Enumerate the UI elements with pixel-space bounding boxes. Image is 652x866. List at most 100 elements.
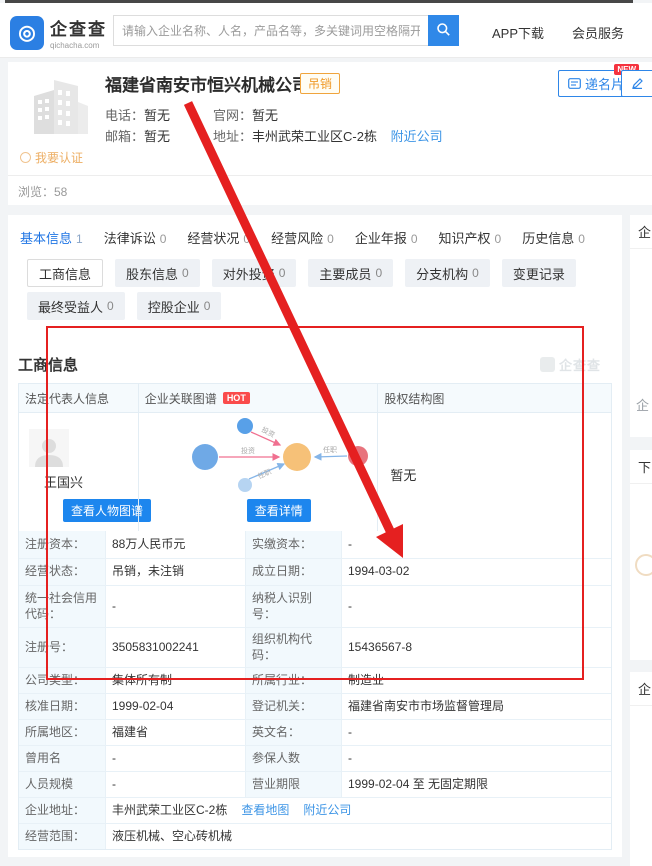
right-sidebar: 企 企 下 企 <box>630 215 652 866</box>
row-label-2: 成立日期： <box>246 559 342 585</box>
relation-graph-cell: 投资 投资 任职 任职 查看详情 <box>138 413 378 532</box>
view-details-button[interactable]: 查看详情 <box>247 499 311 522</box>
row-value-1: 3505831002241 <box>106 628 246 667</box>
address-value: 丰州武荣工业区C-2栋 <box>252 129 377 144</box>
graph-edge-label: 任职 <box>256 467 272 481</box>
col-header-legal-rep: 法定代表人信息 <box>19 384 138 412</box>
subtab-4[interactable]: 分支机构0 <box>405 259 490 287</box>
row-label-1: 统一社会信用代码： <box>19 586 106 627</box>
legal-rep-graph-table: 法定代表人信息 企业关联图谱 HOT 股权结构图 王国兴 查看人物图谱 <box>18 383 612 533</box>
graph-node-company <box>283 443 311 471</box>
graph-node-blue-large <box>192 444 218 470</box>
tab-2[interactable]: 经营状况0 <box>187 228 250 247</box>
table-row: 人员规模-营业期限1999-02-04 至 无固定期限 <box>19 771 611 797</box>
card-icon <box>568 78 581 89</box>
subtab-1[interactable]: 股东信息0 <box>115 259 200 287</box>
nearby-companies-link[interactable]: 附近公司 <box>303 803 351 819</box>
phone-value: 暂无 <box>144 108 170 123</box>
tab-3[interactable]: 经营风险0 <box>271 228 334 247</box>
sidebar-panel-1: 企 企 <box>630 215 652 437</box>
subtab-b-0[interactable]: 最终受益人0 <box>27 292 125 320</box>
row-value-2: 1999-02-04 至 无固定期限 <box>342 772 611 797</box>
sidebar-circle-icon <box>635 554 652 576</box>
row-label-1: 所属地区： <box>19 720 106 745</box>
contact-row-2: 邮箱：暂无 地址：丰州武荣工业区C-2栋 附近公司 <box>105 126 170 145</box>
row-label-2: 登记机关： <box>246 694 342 719</box>
nav-member-service[interactable]: 会员服务 <box>572 23 624 42</box>
relation-graph[interactable]: 投资 投资 任职 任职 <box>139 413 379 498</box>
graph-node-lightblue <box>238 478 252 492</box>
site-name: 企查查 <box>50 15 107 40</box>
table-row-scope: 经营范围：液压机械、空心砖机械 <box>19 823 611 849</box>
search-input[interactable] <box>113 15 428 46</box>
subtab-row-2: 最终受益人0 控股企业0 <box>27 292 221 320</box>
nearby-companies-link[interactable]: 附近公司 <box>391 129 443 144</box>
view-map-link[interactable]: 查看地图 <box>241 803 289 819</box>
row-label-2: 所属行业： <box>246 668 342 693</box>
row-value-2: - <box>342 720 611 745</box>
person-avatar <box>29 429 69 467</box>
search-button[interactable] <box>428 15 459 46</box>
search-bar <box>113 15 459 46</box>
certify-icon <box>20 152 31 163</box>
site-logo[interactable]: ◎ 企查查 qichacha.com <box>10 15 107 50</box>
subtab-5[interactable]: 变更记录 <box>502 259 576 287</box>
edit-correction-button[interactable] <box>621 70 652 97</box>
table-content-row: 王国兴 查看人物图谱 投资 投资 <box>19 412 611 532</box>
address-row-label: 企业地址： <box>19 798 106 823</box>
row-value-1: 吊销，未注销 <box>106 559 246 585</box>
subtab-b-1[interactable]: 控股企业0 <box>137 292 222 320</box>
certify-link[interactable]: 我要认证 <box>20 149 83 166</box>
company-name: 福建省南安市恒兴机械公司 <box>105 71 309 96</box>
table-row: 经营状态：吊销，未注销成立日期：1994-03-02 <box>19 558 611 585</box>
row-value-1: - <box>106 772 246 797</box>
tab-bar: 基本信息1 法律诉讼0 经营状况0 经营风险0 企业年报0 知识产权0 历史信息0 <box>20 228 585 247</box>
sidebar-panel-2: 下 <box>630 450 652 660</box>
row-value-2: 15436567-8 <box>342 628 611 667</box>
scope-row-value: 液压机械、空心砖机械 <box>106 824 611 849</box>
website-value: 暂无 <box>252 108 278 123</box>
row-value-2: - <box>342 746 611 771</box>
row-label-1: 经营状态： <box>19 559 106 585</box>
subtab-row-1: 工商信息股东信息0 对外投资0 主要成员0 分支机构0 变更记录 <box>27 259 576 287</box>
tab-6[interactable]: 历史信息0 <box>522 228 585 247</box>
watermark-logo-icon <box>540 357 555 372</box>
table-row: 公司类型：集体所有制所属行业：制造业 <box>19 667 611 693</box>
tab-5[interactable]: 知识产权0 <box>439 228 502 247</box>
qichacha-logo-icon: ◎ <box>10 16 44 50</box>
graph-node-red <box>348 446 368 466</box>
tab-1[interactable]: 法律诉讼0 <box>104 228 167 247</box>
sidebar-panel-1-note: 企 <box>636 395 652 414</box>
tab-0[interactable]: 基本信息1 <box>20 228 83 247</box>
graph-edge-label: 投资 <box>241 446 255 455</box>
address-label: 地址： <box>213 129 252 144</box>
site-domain: qichacha.com <box>50 41 107 50</box>
main-content-card: 基本信息1 法律诉讼0 经营状况0 经营风险0 企业年报0 知识产权0 历史信息0 工商信息… <box>8 215 622 857</box>
pencil-icon <box>631 77 644 90</box>
subtab-0[interactable]: 工商信息 <box>27 259 103 287</box>
row-label-2: 英文名： <box>246 720 342 745</box>
row-label-2: 纳税人识别号： <box>246 586 342 627</box>
table-row-address: 企业地址：丰州武荣工业区C-2栋查看地图附近公司 <box>19 797 611 823</box>
table-row: 注册资本：88万人民币元实缴资本：- <box>19 531 611 558</box>
table-row: 核准日期：1999-02-04登记机关：福建省南安市市场监督管理局 <box>19 693 611 719</box>
table-header-row: 法定代表人信息 企业关联图谱 HOT 股权结构图 <box>19 384 611 412</box>
equity-structure-cell: 暂无 <box>377 413 611 532</box>
row-label-1: 注册资本： <box>19 531 106 558</box>
tab-4[interactable]: 企业年报0 <box>355 228 418 247</box>
top-nav: APP下载 会员服务 企 <box>492 23 652 42</box>
search-icon <box>436 22 451 40</box>
row-value-2: - <box>342 586 611 627</box>
row-label-2: 参保人数 <box>246 746 342 771</box>
hot-badge: HOT <box>223 392 250 404</box>
row-value-1: 88万人民币元 <box>106 531 246 558</box>
subtab-3[interactable]: 主要成员0 <box>308 259 393 287</box>
contact-row-1: 电话：暂无 官网：暂无 <box>105 105 170 124</box>
row-label-1: 曾用名 <box>19 746 106 771</box>
nav-app-download[interactable]: APP下载 <box>492 23 544 42</box>
row-value-2: 福建省南安市市场监督管理局 <box>342 694 611 719</box>
legal-rep-name: 王国兴 <box>44 472 83 491</box>
row-value-1: 1999-02-04 <box>106 694 246 719</box>
section-title: 工商信息 <box>18 354 78 375</box>
subtab-2[interactable]: 对外投资0 <box>212 259 297 287</box>
